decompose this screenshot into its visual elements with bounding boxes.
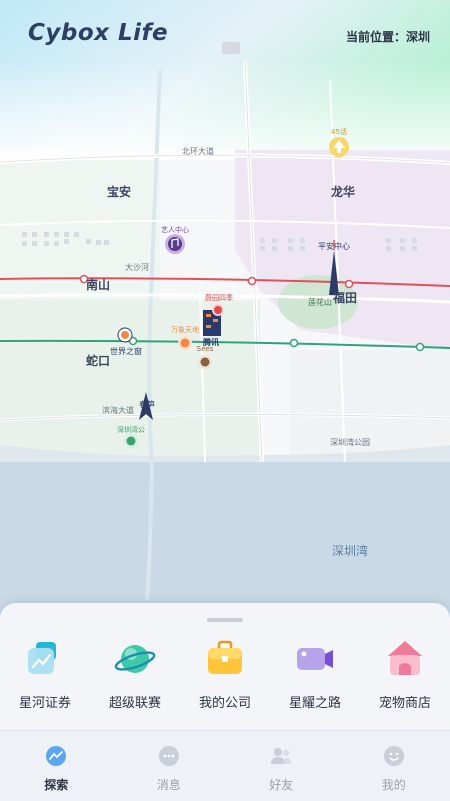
poi-label-chunsun[interactable]: 春笋 — [139, 399, 155, 410]
feature-pet-shop[interactable]: 宠物商店 — [360, 638, 450, 718]
current-location[interactable]: 当前位置：深圳 — [346, 28, 430, 45]
poi-label-lianhuashan[interactable]: 莲花山 — [308, 297, 332, 308]
poi-label-sees[interactable]: Sees — [197, 345, 214, 353]
tab-explore[interactable]: 探索 — [0, 731, 113, 801]
poi-label-window-of-world[interactable]: 世界之窗 — [110, 346, 142, 357]
drag-handle[interactable] — [207, 618, 243, 622]
district-label-longhua: 龙华 — [331, 183, 355, 200]
feature-label: 星耀之路 — [289, 692, 341, 711]
feature-super-league[interactable]: 超级联赛 — [90, 638, 180, 718]
poi-label-shenzhenbay-park[interactable]: 深圳湾公 — [117, 425, 145, 435]
briefcase-icon — [204, 638, 246, 680]
feature-label: 我的公司 — [199, 692, 251, 711]
tab-profile[interactable]: 我的 — [338, 731, 450, 801]
feature-label: 超级联赛 — [109, 692, 161, 711]
district-label-nanshan: 南山 — [86, 276, 110, 293]
poi-label-artist-center[interactable]: 艺人中心 — [161, 225, 189, 235]
feature-xinghe-securities[interactable]: 星河证券 — [0, 638, 90, 718]
tab-label: 消息 — [157, 776, 181, 793]
poi-artist-center-marker — [165, 234, 185, 254]
feature-my-company[interactable]: 我的公司 — [180, 638, 270, 718]
poi-45-marker — [329, 137, 349, 157]
tab-messages[interactable]: 消息 — [113, 731, 226, 801]
road-label-binhai: 滨海大道 — [102, 405, 134, 416]
explore-icon — [44, 744, 68, 768]
feature-star-road[interactable]: 星耀之路 — [270, 638, 360, 718]
district-label-shekou: 蛇口 — [86, 352, 110, 369]
planet-icon — [114, 638, 156, 680]
tab-label: 好友 — [269, 776, 293, 793]
app-title: Cybox Life — [28, 20, 168, 46]
bottom-panel: 星河证券 超级联赛 我的公司 星耀之路 — [0, 603, 450, 800]
district-label-futian: 福田 — [333, 289, 357, 306]
district-label-baoan: 宝安 — [107, 183, 131, 200]
message-icon — [157, 744, 181, 768]
road-label-beihuan: 北环大道 — [182, 146, 214, 157]
poi-label-pingan-center[interactable]: 平安中心 — [318, 241, 350, 252]
road-label-shenzhenbay-park: 深圳湾公园 — [330, 437, 370, 448]
poi-label-45[interactable]: 45话 — [331, 127, 347, 137]
feature-label: 宠物商店 — [379, 692, 431, 711]
feature-grid: 星河证券 超级联赛 我的公司 星耀之路 — [0, 638, 450, 718]
friends-icon — [269, 744, 293, 768]
bottom-tab-bar: 探索 消息 好友 我的 — [0, 730, 450, 801]
feature-label: 星河证券 — [19, 692, 71, 711]
video-camera-icon — [294, 638, 336, 680]
tab-label: 我的 — [382, 776, 406, 793]
poi-label-wanxiang[interactable]: 万象天地 — [171, 325, 199, 335]
tab-label: 探索 — [44, 776, 68, 793]
stock-chart-icon — [24, 638, 66, 680]
pet-house-icon — [384, 638, 426, 680]
road-label-dashahe: 大沙河 — [125, 262, 149, 273]
water-label-shenzhen-bay: 深圳湾 — [332, 542, 368, 559]
poi-label-weiyuan-siji[interactable]: 蔚园四季 — [205, 293, 233, 303]
profile-icon — [382, 744, 406, 768]
tab-friends[interactable]: 好友 — [225, 731, 338, 801]
